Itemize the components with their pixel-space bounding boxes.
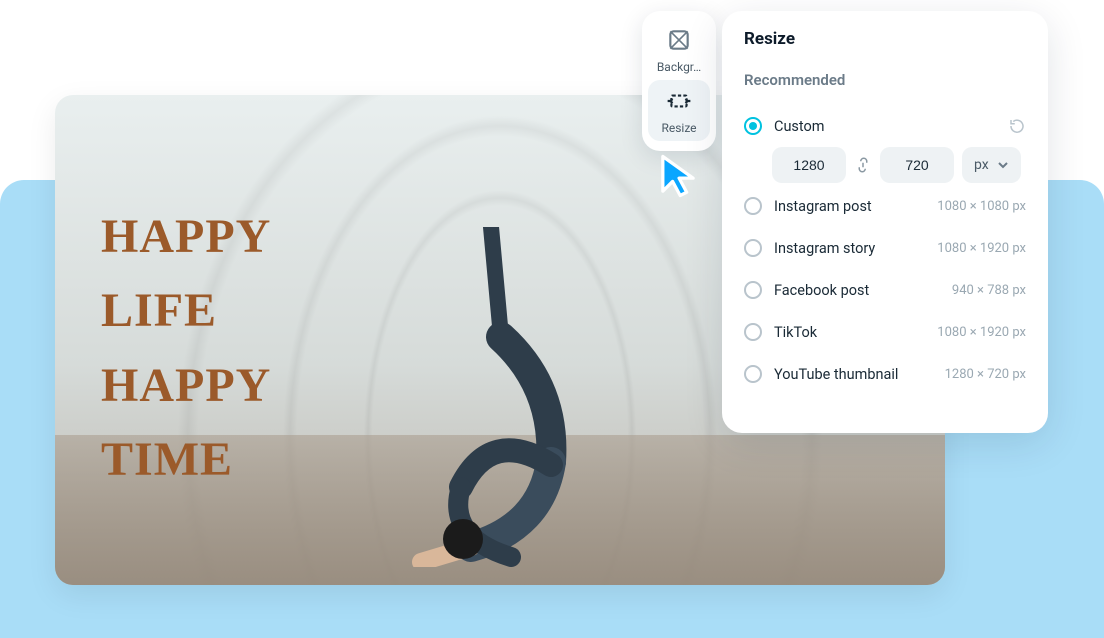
option-dimensions: 1080 × 1080 px <box>937 199 1026 214</box>
option-dimensions: 1080 × 1920 px <box>937 325 1026 340</box>
option-radio[interactable] <box>744 323 762 341</box>
overlay-line: LIFE <box>101 274 271 348</box>
option-dimensions: 940 × 788 px <box>952 283 1026 298</box>
canvas-overlay-text[interactable]: HAPPY LIFE HAPPY TIME <box>101 200 271 498</box>
size-option[interactable]: YouTube thumbnail 1280 × 720 px <box>744 353 1026 395</box>
chevron-down-icon <box>997 159 1009 171</box>
option-radio[interactable] <box>744 197 762 215</box>
option-radio[interactable] <box>744 239 762 257</box>
option-name: TikTok <box>774 324 817 341</box>
option-name: YouTube thumbnail <box>774 366 898 383</box>
size-option[interactable]: Instagram post 1080 × 1080 px <box>744 185 1026 227</box>
resize-tool-label: Resize <box>648 121 710 135</box>
link-dimensions-icon[interactable] <box>854 156 872 174</box>
width-input[interactable] <box>772 147 846 183</box>
option-dimensions: 1280 × 720 px <box>945 367 1026 382</box>
section-label: Recommended <box>744 71 1026 89</box>
unit-select[interactable]: px <box>962 147 1021 183</box>
unit-label: px <box>974 157 989 173</box>
option-dimensions: 1080 × 1920 px <box>937 241 1026 256</box>
pointer-cursor-icon <box>652 150 704 202</box>
size-option[interactable]: TikTok 1080 × 1920 px <box>744 311 1026 353</box>
option-name: Facebook post <box>774 282 869 299</box>
height-input[interactable] <box>880 147 954 183</box>
resize-panel: Resize Recommended Custom px Instagram p… <box>722 11 1048 433</box>
panel-title: Resize <box>744 29 1026 49</box>
overlay-line: HAPPY <box>101 200 271 274</box>
reset-icon[interactable] <box>1008 117 1026 135</box>
resize-tool-button[interactable]: Resize <box>648 80 710 141</box>
size-option[interactable]: Facebook post 940 × 788 px <box>744 269 1026 311</box>
option-radio[interactable] <box>744 281 762 299</box>
resize-icon <box>666 103 692 117</box>
custom-radio[interactable] <box>744 117 762 135</box>
size-option[interactable]: Instagram story 1080 × 1920 px <box>744 227 1026 269</box>
side-toolbar: Backgr… Resize <box>642 11 716 151</box>
background-tool-button[interactable]: Backgr… <box>648 19 710 80</box>
overlay-line: TIME <box>101 423 271 497</box>
option-name: Instagram story <box>774 240 875 257</box>
overlay-line: HAPPY <box>101 349 271 423</box>
option-radio[interactable] <box>744 365 762 383</box>
background-tool-label: Backgr… <box>648 60 710 74</box>
option-name: Instagram post <box>774 198 872 215</box>
custom-option-label: Custom <box>774 118 825 135</box>
background-icon <box>666 42 692 56</box>
